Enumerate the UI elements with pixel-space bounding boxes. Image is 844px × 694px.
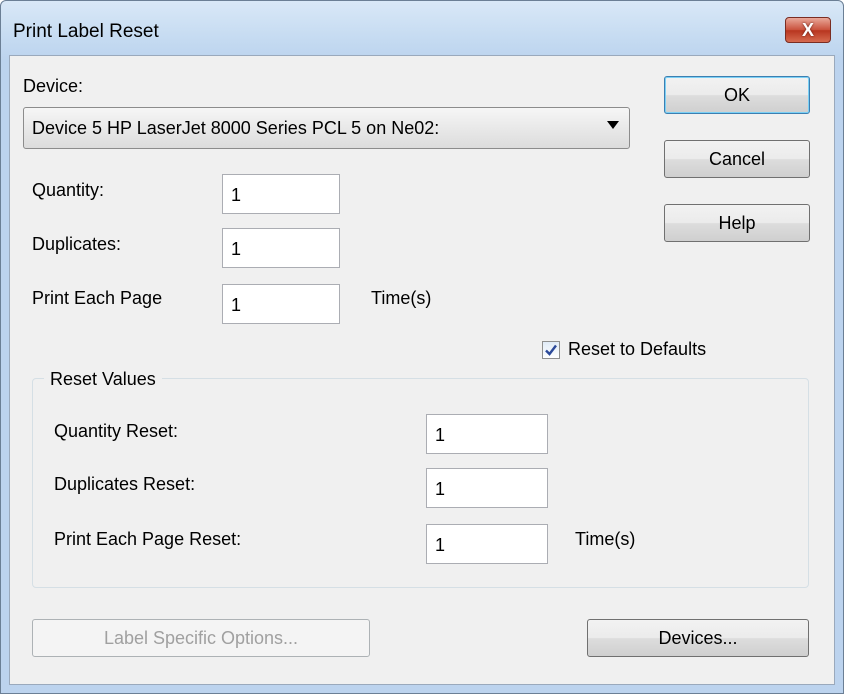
ok-button[interactable]: OK bbox=[664, 76, 810, 114]
help-button[interactable]: Help bbox=[664, 204, 810, 242]
dialog-body: Device: Device 5 HP LaserJet 8000 Series… bbox=[9, 55, 835, 685]
quantity-reset-label: Quantity Reset: bbox=[54, 421, 179, 441]
reset-times-label: Time(s) bbox=[575, 529, 636, 549]
devices-button[interactable]: Devices... bbox=[587, 619, 809, 657]
close-icon: X bbox=[801, 20, 814, 40]
duplicates-label: Duplicates: bbox=[32, 234, 122, 254]
print-each-page-reset-input[interactable]: 1 bbox=[426, 524, 548, 564]
quantity-reset-input[interactable]: 1 bbox=[426, 414, 548, 454]
label-specific-options-button[interactable]: Label Specific Options... bbox=[32, 619, 370, 657]
device-select-value: Device 5 HP LaserJet 8000 Series PCL 5 o… bbox=[32, 118, 440, 138]
quantity-input[interactable]: 1 bbox=[222, 174, 340, 214]
times-label: Time(s) bbox=[371, 288, 432, 308]
checkmark-icon bbox=[545, 344, 557, 356]
window-title: Print Label Reset bbox=[13, 21, 159, 42]
device-select[interactable]: Device 5 HP LaserJet 8000 Series PCL 5 o… bbox=[23, 107, 630, 149]
close-button[interactable]: X bbox=[785, 17, 831, 43]
quantity-label: Quantity: bbox=[32, 180, 105, 200]
print-each-page-reset-label: Print Each Page Reset: bbox=[54, 529, 242, 549]
print-each-page-label: Print Each Page bbox=[32, 288, 163, 308]
duplicates-reset-input[interactable]: 1 bbox=[426, 468, 548, 508]
device-label: Device: bbox=[23, 76, 84, 96]
title-bar[interactable]: Print Label Reset X bbox=[1, 1, 843, 55]
reset-to-defaults-checkbox[interactable] bbox=[542, 341, 560, 359]
print-each-page-input[interactable]: 1 bbox=[222, 284, 340, 324]
cancel-button[interactable]: Cancel bbox=[664, 140, 810, 178]
reset-to-defaults-label[interactable]: Reset to Defaults bbox=[568, 339, 706, 360]
chevron-down-icon bbox=[607, 121, 619, 129]
duplicates-reset-label: Duplicates Reset: bbox=[54, 474, 196, 494]
reset-values-group-title: Reset Values bbox=[44, 369, 162, 390]
print-label-reset-dialog: Print Label Reset X Device: Device 5 HP … bbox=[0, 0, 844, 694]
duplicates-input[interactable]: 1 bbox=[222, 228, 340, 268]
